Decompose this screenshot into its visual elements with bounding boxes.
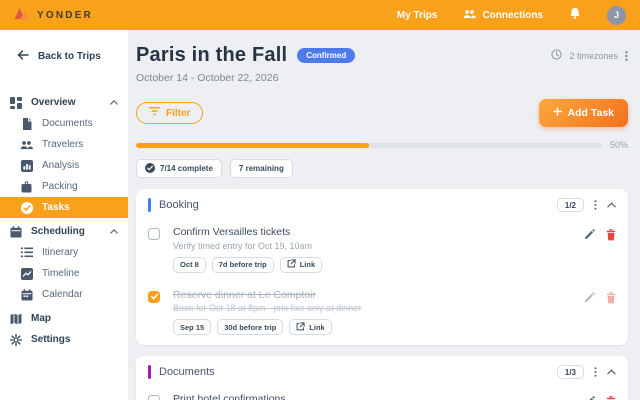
task-date-badge: Oct 8 [173, 256, 206, 273]
sidebar-item-travelers[interactable]: Travelers [0, 134, 128, 155]
people-icon [20, 140, 33, 150]
brand-name: YONDER [37, 9, 93, 21]
filter-button[interactable]: Filter [136, 102, 204, 124]
sidebar-item-timeline[interactable]: Timeline [0, 263, 128, 284]
list-icon [20, 247, 33, 258]
clock-icon [551, 49, 563, 62]
notifications-button[interactable] [569, 7, 581, 23]
map-icon [9, 313, 22, 325]
calendar-icon [9, 225, 22, 238]
task-checkbox-checked[interactable] [148, 290, 160, 303]
delete-task-button[interactable] [606, 291, 616, 304]
section-kebab-menu[interactable] [594, 199, 597, 211]
sidebar-item-calendar[interactable]: Calendar [0, 284, 128, 305]
section-kebab-menu[interactable] [594, 366, 597, 378]
progress-bar: 50% [136, 140, 628, 150]
page-title: Paris in the Fall [136, 44, 288, 66]
section-collapse-button[interactable] [607, 202, 616, 208]
task-row: Confirm Versailles tickets Verify timed … [136, 217, 628, 280]
file-icon [20, 117, 33, 130]
progress-percent: 50% [609, 140, 628, 150]
funnel-icon [149, 107, 160, 119]
main-content: Paris in the Fall Confirmed 2 timezones … [128, 30, 640, 400]
task-title: Confirm Versailles tickets [173, 226, 291, 238]
calendar-icon [20, 288, 33, 301]
nav-connections[interactable]: Connections [463, 9, 543, 22]
task-title: Print hotel confirmations [173, 393, 286, 400]
task-checkbox[interactable] [148, 228, 160, 240]
sidebar-nav: Overview Documents Travelers Analysis Pa… [0, 92, 128, 350]
people-icon [463, 9, 477, 22]
plus-icon [552, 107, 562, 119]
delete-task-button[interactable] [606, 396, 616, 400]
section-accent-bar [148, 365, 151, 379]
external-link-icon [287, 259, 296, 270]
gear-icon [9, 333, 22, 346]
timeline-icon [20, 267, 33, 280]
progress-track [136, 142, 602, 148]
edit-task-button[interactable] [584, 291, 595, 303]
task-row: Reserve dinner at Le Comptoir Book for O… [136, 280, 628, 343]
task-date-badge: Sep 15 [173, 319, 212, 335]
progress-fill [136, 142, 369, 148]
sidebar-item-tasks[interactable]: Tasks [0, 197, 128, 218]
task-reminder-badge: 7d before trip [211, 256, 274, 273]
add-task-button[interactable]: Add Task [538, 99, 628, 127]
chevron-up-icon [110, 97, 118, 108]
dashboard-grid-icon [9, 96, 22, 109]
task-checkbox[interactable] [148, 395, 160, 400]
sidebar-item-packing[interactable]: Packing [0, 176, 128, 197]
section-count-badge: 1/3 [556, 365, 584, 379]
section-title: Documents [159, 366, 215, 378]
trip-dates: October 14 - October 22, 2026 [136, 72, 279, 84]
task-description: Verify timed entry for Oct 19, 10am [173, 240, 313, 251]
section-accent-bar [148, 198, 151, 212]
task-description: Book for Oct 18 at 8pm - prix fixe only … [173, 303, 362, 313]
timezones-label: 2 timezones [569, 50, 618, 61]
status-badge: Confirmed [297, 48, 356, 63]
sidebar-item-itinerary[interactable]: Itinerary [0, 242, 128, 263]
chart-icon [20, 159, 33, 172]
section-card-booking: Booking 1/2 Confirm Versailles tickets V… [136, 189, 628, 345]
task-row: Print hotel confirmations Print backup c… [136, 384, 628, 400]
briefcase-icon [20, 181, 33, 193]
back-to-trips-button[interactable]: Back to Trips [0, 46, 128, 66]
remaining-badge: 7 remaining [229, 159, 293, 178]
edit-task-button[interactable] [584, 229, 595, 240]
top-bar: YONDER My Trips Connections J [0, 0, 640, 30]
sidebar-item-scheduling[interactable]: Scheduling [0, 221, 128, 242]
brand: YONDER [14, 6, 93, 24]
sidebar: Back to Trips Overview Documents Travele… [0, 30, 128, 400]
external-link-icon [296, 321, 305, 333]
avatar[interactable]: J [607, 5, 626, 25]
task-link-badge[interactable]: Link [289, 319, 332, 335]
section-card-documents: Documents 1/3 Print hotel confirmations [136, 356, 628, 400]
sidebar-item-overview[interactable]: Overview [0, 92, 128, 113]
bell-icon [569, 7, 581, 23]
sidebar-item-map[interactable]: Map [0, 308, 128, 329]
chevron-up-icon [110, 226, 118, 237]
delete-task-button[interactable] [606, 229, 616, 241]
section-count-badge: 1/2 [556, 198, 584, 212]
complete-badge: 7/14 complete [136, 159, 222, 178]
section-collapse-button[interactable] [607, 369, 616, 375]
task-title: Reserve dinner at Le Comptoir [173, 288, 316, 301]
sidebar-item-settings[interactable]: Settings [0, 329, 128, 350]
task-reminder-badge: 30d before trip [217, 319, 284, 335]
header-kebab-menu[interactable] [625, 50, 628, 62]
section-title: Booking [159, 199, 199, 211]
edit-task-button[interactable] [584, 396, 595, 400]
nav-my-trips[interactable]: My Trips [397, 10, 438, 21]
arrow-left-icon [17, 49, 29, 63]
task-link-badge[interactable]: Link [279, 256, 323, 273]
mountain-logo-icon [14, 6, 30, 24]
sidebar-item-analysis[interactable]: Analysis [0, 155, 128, 176]
check-circle-icon [145, 162, 155, 175]
check-circle-icon [20, 201, 33, 214]
sidebar-item-documents[interactable]: Documents [0, 113, 128, 134]
